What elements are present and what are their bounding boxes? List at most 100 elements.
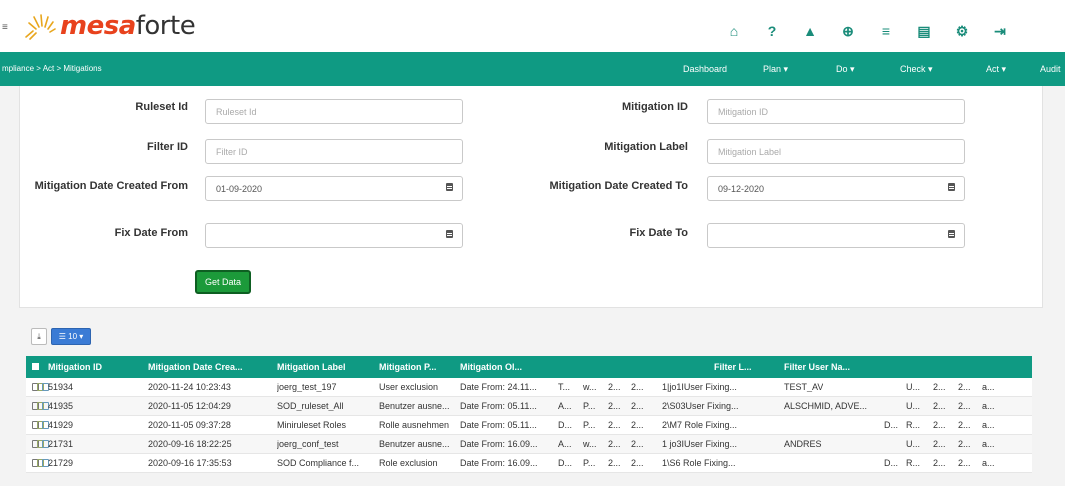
cell-filter: 1\S6 Role Fixing... [662,458,736,468]
cell-c1: D... [558,420,573,430]
get-data-button[interactable]: Get Data [195,270,251,294]
date-created-to-input[interactable]: 09-12-2020 [707,176,965,201]
fix-date-to-input[interactable] [707,223,965,248]
breadcrumb[interactable]: mpliance > Act > Mitigations [2,64,102,73]
col-mitigation-p[interactable]: Mitigation P... [379,362,436,372]
filter-id-input[interactable]: Filter ID [205,139,463,164]
cell-c2: P... [583,401,596,411]
calendar-icon[interactable] [948,230,955,238]
nav-do[interactable]: Do ▾ [836,64,855,75]
date-created-from-label: Mitigation Date Created From [34,180,188,192]
cell-c3: 2... [608,439,621,449]
cell-c7: 2... [933,420,946,430]
calendar-icon[interactable] [948,183,955,191]
table-row[interactable]: 41935 2020-11-05 12:04:29 SOD_ruleset_Al… [26,397,1032,416]
select-all-checkbox[interactable] [32,363,39,370]
date-created-from-input[interactable]: 01-09-2020 [205,176,463,201]
cell-filter: 1|jo1IUser Fixing... [662,382,737,392]
mitigation-id-label: Mitigation ID [622,101,688,113]
fix-date-from-input[interactable] [205,223,463,248]
cell-date: 2020-11-24 10:23:43 [148,382,231,392]
cell-p: Role exclusion [379,458,438,468]
calendar-icon[interactable] [446,230,453,238]
table-row[interactable]: 21731 2020-09-16 18:22:25 joerg_conf_tes… [26,435,1032,454]
fix-date-to-label: Fix Date To [629,227,688,239]
ruleset-id-label: Ruleset Id [135,101,188,113]
col-filter-user-name[interactable]: Filter User Na... [784,362,850,372]
cell-c4: 2... [631,382,644,392]
table-row[interactable]: 21729 2020-09-16 17:35:53 SOD Compliance… [26,454,1032,473]
globe-icon[interactable]: ⊕ [839,22,857,40]
cell-c7: 2... [933,458,946,468]
cell-c6: U... [906,439,921,449]
cell-c6: R... [906,458,921,468]
nav-dashboard[interactable]: Dashboard [683,64,727,74]
nav-audit[interactable]: Audit [1040,64,1061,74]
top-header: ≡ mesaforte ⌂ ? ▲ ⊕ ≡ ▤ ⚙ ⇥ [0,0,1065,52]
clipboard-icon[interactable]: ▤ [915,22,933,40]
cell-c1: A... [558,401,572,411]
nav-act[interactable]: Act ▾ [986,64,1006,75]
cell-c3: 2... [608,420,621,430]
cell-c4: 2... [631,401,644,411]
cell-label: Miniruleset Roles [277,420,347,430]
cell-label: SOD_ruleset_All [277,401,344,411]
cell-filter: 2\M7 Role Fixing... [662,420,738,430]
cell-c2: P... [583,458,596,468]
page-size-dropdown[interactable]: ☰ 10 ▾ [51,328,91,345]
cell-filter: 1 jo3IUser Fixing... [662,439,738,449]
mitigation-label-input[interactable]: Mitigation Label [707,139,965,164]
cell-date: 2020-09-16 17:35:53 [148,458,232,468]
cell-ol: Date From: 05.11... [460,401,537,411]
col-mitigation-id[interactable]: Mitigation ID [48,362,102,372]
logout-icon[interactable]: ⇥ [991,22,1009,40]
user-icon[interactable]: ▲ [801,22,819,40]
main-navbar: mpliance > Act > Mitigations Dashboard P… [0,52,1065,86]
fix-date-from-label: Fix Date From [114,227,188,239]
cell-c9: a... [982,382,995,392]
cell-c2: w... [583,439,597,449]
cell-c7: 2... [933,382,946,392]
cell-id: 21731 [48,439,74,449]
export-button[interactable]: ⤓ [31,328,47,345]
col-date-created[interactable]: Mitigation Date Crea... [148,362,243,372]
logo-wordmark: mesaforte [60,11,196,41]
help-icon[interactable]: ? [763,22,781,40]
nav-plan[interactable]: Plan ▾ [763,64,788,75]
calendar-icon[interactable] [446,183,453,191]
mesaforte-logo[interactable]: mesaforte [22,11,196,41]
cell-c8: 2... [958,382,971,392]
mitigation-label-label: Mitigation Label [604,141,688,153]
cell-id: 41929 [48,420,74,430]
cell-id: 41935 [48,401,74,411]
cell-p: Benutzer ausne... [379,401,450,411]
cell-c4: 2... [631,439,644,449]
table-row[interactable]: 51934 2020-11-24 10:23:43 joerg_test_197… [26,378,1032,397]
cell-p: User exclusion [379,382,439,392]
col-filter-l[interactable]: Filter L... [714,362,752,372]
mitigation-id-input[interactable]: Mitigation ID [707,99,965,124]
cell-c3: 2... [608,382,621,392]
cell-c6: U... [906,382,921,392]
col-mitigation-label[interactable]: Mitigation Label [277,362,346,372]
cell-c8: 2... [958,420,971,430]
cell-user: ANDRES [784,439,822,449]
nav-check[interactable]: Check ▾ [900,64,933,75]
cell-label: SOD Compliance f... [277,458,360,468]
cell-c9: a... [982,439,995,449]
cell-date: 2020-09-16 18:22:25 [148,439,232,449]
cell-date: 2020-11-05 12:04:29 [148,401,231,411]
home-icon[interactable]: ⌂ [725,22,743,40]
filter-id-label: Filter ID [147,141,188,153]
cell-ol: Date From: 16.09... [460,458,538,468]
col-mitigation-ol[interactable]: Mitigation Ol... [460,362,522,372]
cell-date: 2020-11-05 09:37:28 [148,420,231,430]
table-row[interactable]: 41929 2020-11-05 09:37:28 Miniruleset Ro… [26,416,1032,435]
cell-c4: 2... [631,420,644,430]
gear-icon[interactable]: ⚙ [953,22,971,40]
cell-id: 51934 [48,382,74,392]
menu-toggle-icon[interactable]: ≡ [2,22,8,33]
ruleset-id-input[interactable]: Ruleset Id [205,99,463,124]
cell-c8: 2... [958,439,971,449]
list-icon[interactable]: ≡ [877,22,895,40]
